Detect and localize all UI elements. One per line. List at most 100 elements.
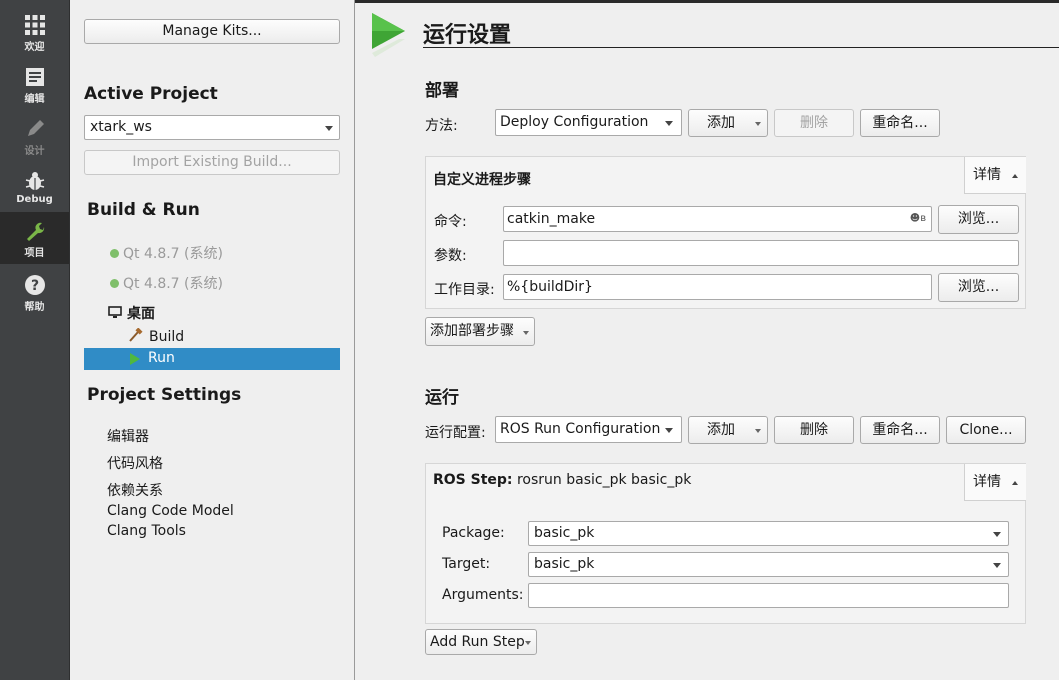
package-value: basic_pk [534, 525, 595, 541]
chevron-down-icon [665, 120, 673, 126]
build-run-heading: Build & Run [87, 200, 200, 220]
variable-chooser-icon[interactable]: ☻ʙ [910, 207, 926, 231]
settings-item-clang-code-model[interactable]: Clang Code Model [107, 503, 234, 519]
run-settings-page: 运行设置 部署 方法: Deploy Configuration 添加 删除 重… [355, 0, 1059, 680]
kit-item[interactable]: Qt 4.8.7 (系统) [110, 273, 223, 293]
mode-edit[interactable]: 编辑 [0, 58, 69, 110]
dropdown-arrow-icon [523, 331, 529, 335]
settings-item-dependencies[interactable]: 依赖关系 [107, 480, 163, 500]
dropdown-arrow-icon [525, 641, 531, 645]
project-select[interactable]: xtark_ws [84, 115, 340, 140]
deploy-add-button[interactable]: 添加 [688, 109, 768, 137]
settings-item-clang-tools[interactable]: Clang Tools [107, 523, 186, 539]
deploy-method-value: Deploy Configuration [500, 114, 649, 130]
ros-step-title: ROS Step: rosrun basic_pk basic_pk [433, 472, 691, 488]
working-directory-input[interactable]: %{buildDir} [503, 274, 932, 300]
dropdown-arrow-icon [755, 122, 761, 126]
hammer-icon [129, 327, 143, 342]
dropdown-arrow-icon [755, 429, 761, 433]
arguments-input[interactable] [503, 240, 1019, 266]
custom-process-step-panel: 自定义进程步骤 详情 命令: catkin_make ☻ʙ 浏览... 参数: … [425, 156, 1026, 309]
package-select[interactable]: basic_pk [528, 521, 1009, 546]
mode-bar: 欢迎 编辑 设计 Debug 项目 ? 帮助 [0, 0, 70, 680]
run-item-selected[interactable]: Run [84, 348, 340, 370]
import-existing-build-button[interactable]: Import Existing Build... [84, 150, 340, 175]
run-add-button[interactable]: 添加 [688, 416, 768, 444]
build-item[interactable]: Build [128, 327, 185, 345]
help-icon: ? [24, 275, 45, 295]
mode-label: 编辑 [24, 94, 45, 105]
kit-item[interactable]: Qt 4.8.7 (系统) [110, 243, 223, 263]
run-config-value: ROS Run Configuration [500, 421, 661, 437]
command-input[interactable]: catkin_make ☻ʙ [503, 206, 932, 232]
collapse-arrow-icon [1012, 481, 1018, 485]
arguments-label: 参数: [434, 248, 467, 264]
wrench-icon [26, 222, 44, 241]
command-browse-button[interactable]: 浏览... [938, 205, 1019, 234]
run-remove-button[interactable]: 删除 [774, 416, 854, 444]
ros-step-bold-label: ROS Step: [433, 472, 513, 488]
mode-design[interactable]: 设计 [0, 110, 69, 162]
deploy-heading: 部署 [425, 81, 459, 101]
settings-item-editor[interactable]: 编辑器 [107, 426, 149, 446]
run-label: Run [148, 350, 175, 366]
ros-step-panel: ROS Step: rosrun basic_pk basic_pk 详情 Pa… [425, 463, 1026, 624]
mode-label: 帮助 [24, 302, 45, 313]
run-details-toggle[interactable]: 详情 [964, 464, 1026, 501]
method-label: 方法: [425, 118, 458, 134]
mode-debug[interactable]: Debug [0, 162, 69, 214]
run-config-select[interactable]: ROS Run Configuration [495, 416, 682, 443]
run-clone-button[interactable]: Clone... [946, 416, 1026, 444]
ros-arguments-label: Arguments: [442, 587, 524, 603]
deploy-details-toggle[interactable]: 详情 [964, 157, 1026, 194]
command-value: catkin_make [507, 211, 596, 227]
mode-label: 设计 [24, 146, 45, 157]
run-banner-play-icon [372, 13, 405, 57]
settings-item-code-style[interactable]: 代码风格 [107, 453, 163, 473]
deploy-remove-button[interactable]: 删除 [774, 109, 854, 137]
target-value: basic_pk [534, 556, 595, 572]
monitor-icon [108, 306, 122, 318]
deploy-rename-button[interactable]: 重命名... [860, 109, 940, 137]
svg-text:?: ? [30, 278, 38, 294]
active-project-heading: Active Project [84, 84, 218, 104]
add-run-step-label: Add Run Step [430, 634, 525, 650]
workdir-browse-button[interactable]: 浏览... [938, 273, 1019, 302]
details-label: 详情 [973, 167, 1001, 183]
chevron-down-icon [665, 427, 673, 433]
package-label: Package: [442, 525, 505, 541]
working-directory-label: 工作目录: [434, 282, 495, 298]
chevron-down-icon [993, 531, 1001, 537]
chevron-down-icon [325, 125, 333, 131]
desktop-label: 桌面 [127, 306, 155, 322]
mode-welcome[interactable]: 欢迎 [0, 6, 69, 58]
details-label: 详情 [973, 474, 1001, 490]
ros-step-command: rosrun basic_pk basic_pk [512, 472, 692, 488]
run-heading: 运行 [425, 388, 459, 408]
ros-arguments-input[interactable] [528, 583, 1009, 608]
mode-help[interactable]: ? 帮助 [0, 266, 69, 318]
run-rename-button[interactable]: 重命名... [860, 416, 940, 444]
title-underline [423, 47, 1059, 48]
target-select[interactable]: basic_pk [528, 552, 1009, 577]
custom-process-step-title: 自定义进程步骤 [433, 172, 531, 188]
desktop-kit-item[interactable]: 桌面 [108, 303, 155, 323]
mode-label: 项目 [24, 248, 45, 259]
kit-label: Qt 4.8.7 (系统) [123, 246, 223, 262]
mode-projects[interactable]: 项目 [0, 212, 69, 264]
run-config-label: 运行配置: [425, 425, 486, 441]
deploy-add-label: 添加 [707, 115, 735, 131]
add-run-step-button[interactable]: Add Run Step [425, 629, 537, 655]
collapse-arrow-icon [1012, 174, 1018, 178]
project-navigation-panel: Manage Kits... Active Project xtark_ws I… [70, 0, 355, 680]
play-icon [130, 353, 140, 365]
grid-icon [24, 15, 45, 35]
run-add-label: 添加 [707, 422, 735, 438]
build-label: Build [149, 329, 185, 345]
deploy-method-select[interactable]: Deploy Configuration [495, 109, 682, 136]
page-title: 运行设置 [423, 23, 512, 48]
pencil-icon [27, 120, 44, 136]
bug-icon [25, 172, 44, 190]
add-deploy-step-button[interactable]: 添加部署步骤 [425, 317, 535, 346]
manage-kits-button[interactable]: Manage Kits... [84, 19, 340, 44]
